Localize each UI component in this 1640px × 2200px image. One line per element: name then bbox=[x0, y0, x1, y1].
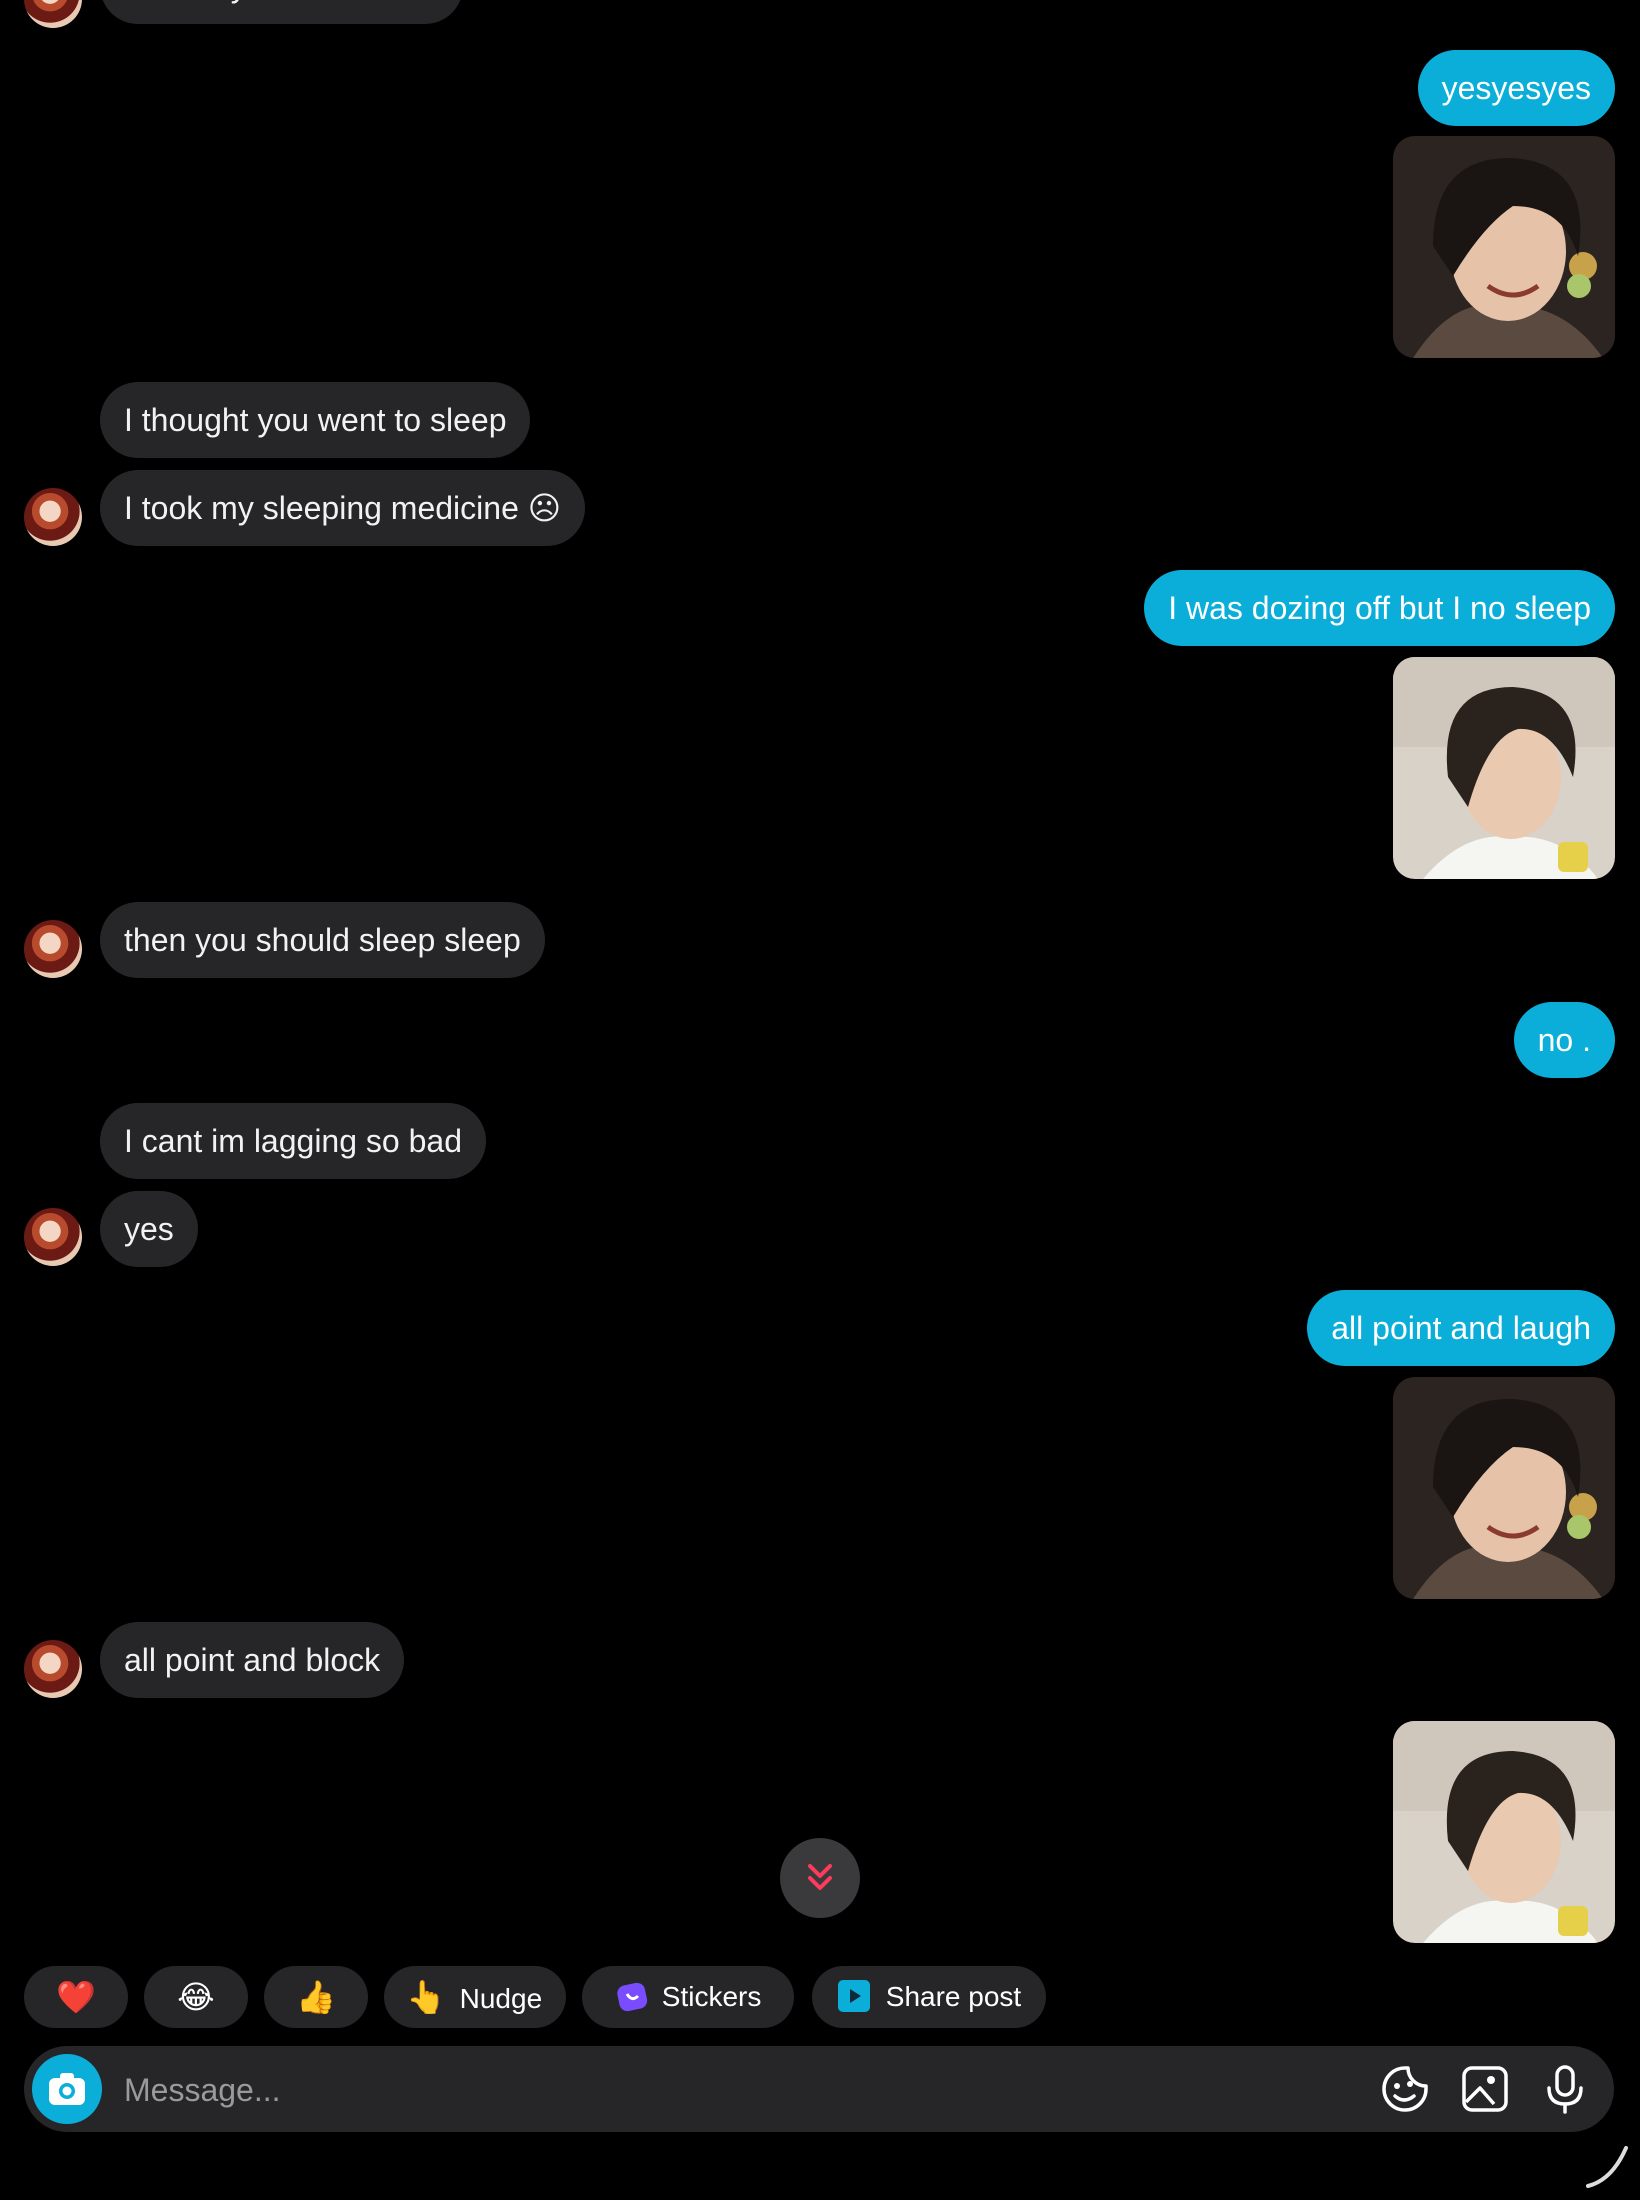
thumbs-up-icon: 👍 bbox=[296, 1979, 336, 2015]
message-incoming[interactable]: Oh are you still awake bbox=[100, 0, 463, 24]
sticker-icon bbox=[617, 1982, 648, 2011]
pointing-finger-icon: 👆 bbox=[406, 1979, 446, 2015]
nudge-button[interactable]: 👆 Nudge bbox=[384, 1966, 566, 2028]
contact-avatar[interactable] bbox=[24, 0, 82, 28]
microphone-icon[interactable] bbox=[1540, 2064, 1590, 2114]
play-icon bbox=[838, 1979, 870, 2012]
contact-avatar[interactable] bbox=[24, 920, 82, 978]
share-post-label: Share post bbox=[885, 1981, 1022, 2012]
sticker-face-icon[interactable] bbox=[1380, 2064, 1430, 2114]
shared-photo[interactable] bbox=[1393, 1377, 1615, 1599]
message-outgoing[interactable]: all point and laugh bbox=[1307, 1290, 1615, 1366]
stickers-button[interactable]: Stickers bbox=[582, 1966, 794, 2028]
shared-photo[interactable] bbox=[1393, 136, 1615, 358]
message-outgoing[interactable]: I was dozing off but I no sleep bbox=[1144, 570, 1615, 646]
laughing-emoji-icon: 😂 bbox=[177, 1979, 215, 2015]
nudge-label: Nudge bbox=[459, 1983, 543, 2014]
message-incoming[interactable]: then you should sleep sleep bbox=[100, 902, 545, 978]
message-incoming[interactable]: I took my sleeping medicine ☹ bbox=[100, 470, 586, 546]
message-incoming[interactable]: all point and block bbox=[100, 1622, 405, 1698]
shared-photo[interactable] bbox=[1393, 1721, 1615, 1943]
shared-photo[interactable] bbox=[1393, 657, 1615, 879]
quick-reply-thumbs-up[interactable]: 👍 bbox=[264, 1966, 368, 2028]
scroll-to-bottom-button[interactable] bbox=[780, 1838, 860, 1918]
photo-smiling bbox=[1393, 1377, 1615, 1599]
photo-side-glance bbox=[1393, 1721, 1615, 1943]
share-post-button[interactable]: Share post bbox=[812, 1966, 1046, 2028]
photo-side-glance bbox=[1393, 657, 1615, 879]
message-outgoing[interactable]: no . bbox=[1513, 1002, 1615, 1078]
message-incoming[interactable]: I cant im lagging so bad bbox=[100, 1103, 486, 1179]
contact-avatar[interactable] bbox=[24, 1208, 82, 1266]
corner-handle-icon bbox=[1586, 2146, 1628, 2188]
heart-icon: ❤️ bbox=[56, 1979, 96, 2015]
photo-smiling bbox=[1393, 136, 1615, 358]
gallery-icon[interactable] bbox=[1460, 2064, 1510, 2114]
message-incoming[interactable]: I thought you went to sleep bbox=[100, 382, 531, 458]
message-outgoing[interactable]: yesyesyes bbox=[1417, 50, 1615, 126]
double-chevron-down-icon bbox=[808, 1864, 832, 1890]
contact-avatar[interactable] bbox=[24, 1640, 82, 1698]
quick-reply-heart[interactable]: ❤️ bbox=[24, 1966, 128, 2028]
message-incoming[interactable]: yes bbox=[100, 1191, 198, 1267]
camera-icon bbox=[49, 2073, 85, 2105]
stickers-label: Stickers bbox=[661, 1981, 762, 2012]
message-input[interactable] bbox=[122, 2054, 1326, 2126]
contact-avatar[interactable] bbox=[24, 488, 82, 546]
camera-button[interactable] bbox=[32, 2054, 102, 2124]
quick-reply-laugh[interactable]: 😂 bbox=[144, 1966, 248, 2028]
